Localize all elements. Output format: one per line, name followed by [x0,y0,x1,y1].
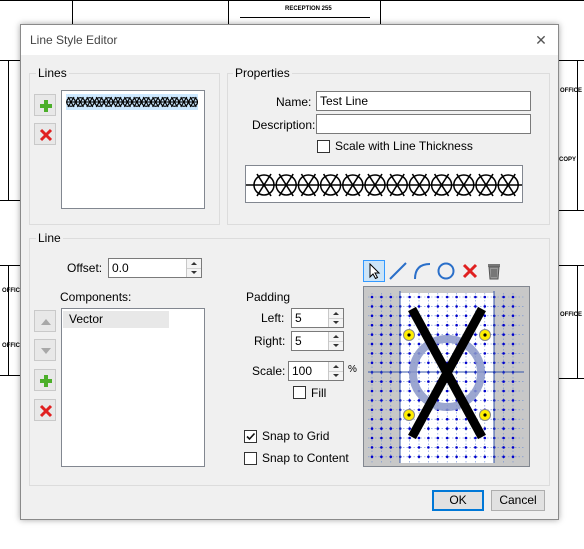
add-line-button[interactable] [34,94,56,116]
description-label: Description: [252,118,316,132]
snap-to-content-checkbox[interactable] [244,452,257,465]
lines-group-label: Lines [36,66,69,80]
title-bar: Line Style Editor ✕ [21,25,558,55]
padding-right-spinner[interactable] [328,332,343,350]
line-tool-icon [389,262,407,280]
arrow-down-icon [41,348,51,354]
list-item[interactable]: Vector [63,311,169,328]
padding-left-label: Left: [261,311,285,325]
scale-stepper[interactable]: 100 [288,361,344,381]
scale-value: 100 [292,364,313,378]
snap-to-grid-label: Snap to Grid [262,429,330,443]
scale-with-line-thickness-label: Scale with Line Thickness [335,139,473,153]
line-preview [245,165,523,203]
line-list-item-selected[interactable] [66,94,199,110]
remove-line-button[interactable] [34,123,56,145]
padding-left-value: 5 [295,311,302,325]
components-list[interactable]: Vector [61,308,205,467]
vector-grid-drawing[interactable] [364,287,529,466]
spin-down-icon[interactable] [329,371,343,380]
fill-label: Fill [311,386,327,400]
padding-right-label: Right: [254,334,286,348]
fill-checkbox[interactable] [293,386,306,399]
red-x-icon [462,263,478,279]
room-label-copy: COPY [559,157,577,163]
ok-button[interactable]: OK [432,490,484,511]
line-group-label: Line [36,231,63,245]
close-icon[interactable]: ✕ [530,29,552,51]
scale-label: Scale: [252,364,286,378]
offset-spinner[interactable] [186,259,201,277]
line-preview-pattern [246,173,522,197]
line-tool-button[interactable] [387,260,409,282]
lines-list[interactable] [61,90,205,209]
circle-tool-button[interactable] [435,260,457,282]
arc-tool-button[interactable] [411,260,433,282]
scale-spinner[interactable] [328,362,343,380]
arc-tool-icon [414,263,431,280]
properties-group-label: Properties [233,66,292,80]
name-field[interactable]: Test Line [316,91,531,111]
description-field[interactable] [316,114,531,134]
select-arrow-icon [369,263,381,279]
offset-label: Offset: [67,261,103,275]
arrow-up-icon [41,319,51,325]
spin-down-icon[interactable] [187,268,201,277]
padding-right-value: 5 [295,334,302,348]
padding-label: Padding [246,290,291,304]
padding-left-stepper[interactable]: 5 [291,308,344,328]
name-label: Name: [276,95,312,109]
circle-tool-icon [437,262,455,280]
snap-to-content-label: Snap to Content [262,451,349,465]
room-label-office-right-1: OFFICE [560,88,582,94]
line-style-editor-dialog: Line Style Editor ✕ Lines Properties Nam… [20,24,559,520]
dialog-title: Line Style Editor [30,33,118,47]
select-tool-button[interactable] [363,260,385,282]
move-down-button[interactable] [34,339,56,361]
offset-stepper[interactable]: 0.0 [108,258,202,278]
move-up-button[interactable] [34,310,56,332]
cancel-button[interactable]: Cancel [491,490,545,511]
add-component-button[interactable] [34,369,56,391]
components-label: Components: [60,290,132,304]
plus-icon [40,375,52,387]
scale-with-line-thickness-checkbox[interactable] [317,140,330,153]
red-x-icon [39,128,53,142]
scale-percent-label: % [348,364,357,375]
offset-value: 0.0 [112,261,129,275]
trash-bin-icon [488,264,500,280]
room-label-office-right-2: OFFICE [560,312,582,318]
spin-down-icon[interactable] [329,341,343,350]
snap-to-grid-checkbox[interactable] [244,430,257,443]
red-x-icon [39,404,53,418]
delete-shape-button[interactable] [459,260,481,282]
vector-drawing-canvas[interactable] [363,286,530,467]
padding-right-stepper[interactable]: 5 [291,331,344,351]
clear-all-button[interactable] [483,260,505,282]
checkmark-icon [246,432,256,441]
room-label-reception: RECEPTION 255 [285,6,332,12]
plus-icon [40,100,52,112]
remove-component-button[interactable] [34,399,56,421]
spin-down-icon[interactable] [329,318,343,327]
padding-left-spinner[interactable] [328,309,343,327]
line-preview-thumbnail [66,96,199,108]
